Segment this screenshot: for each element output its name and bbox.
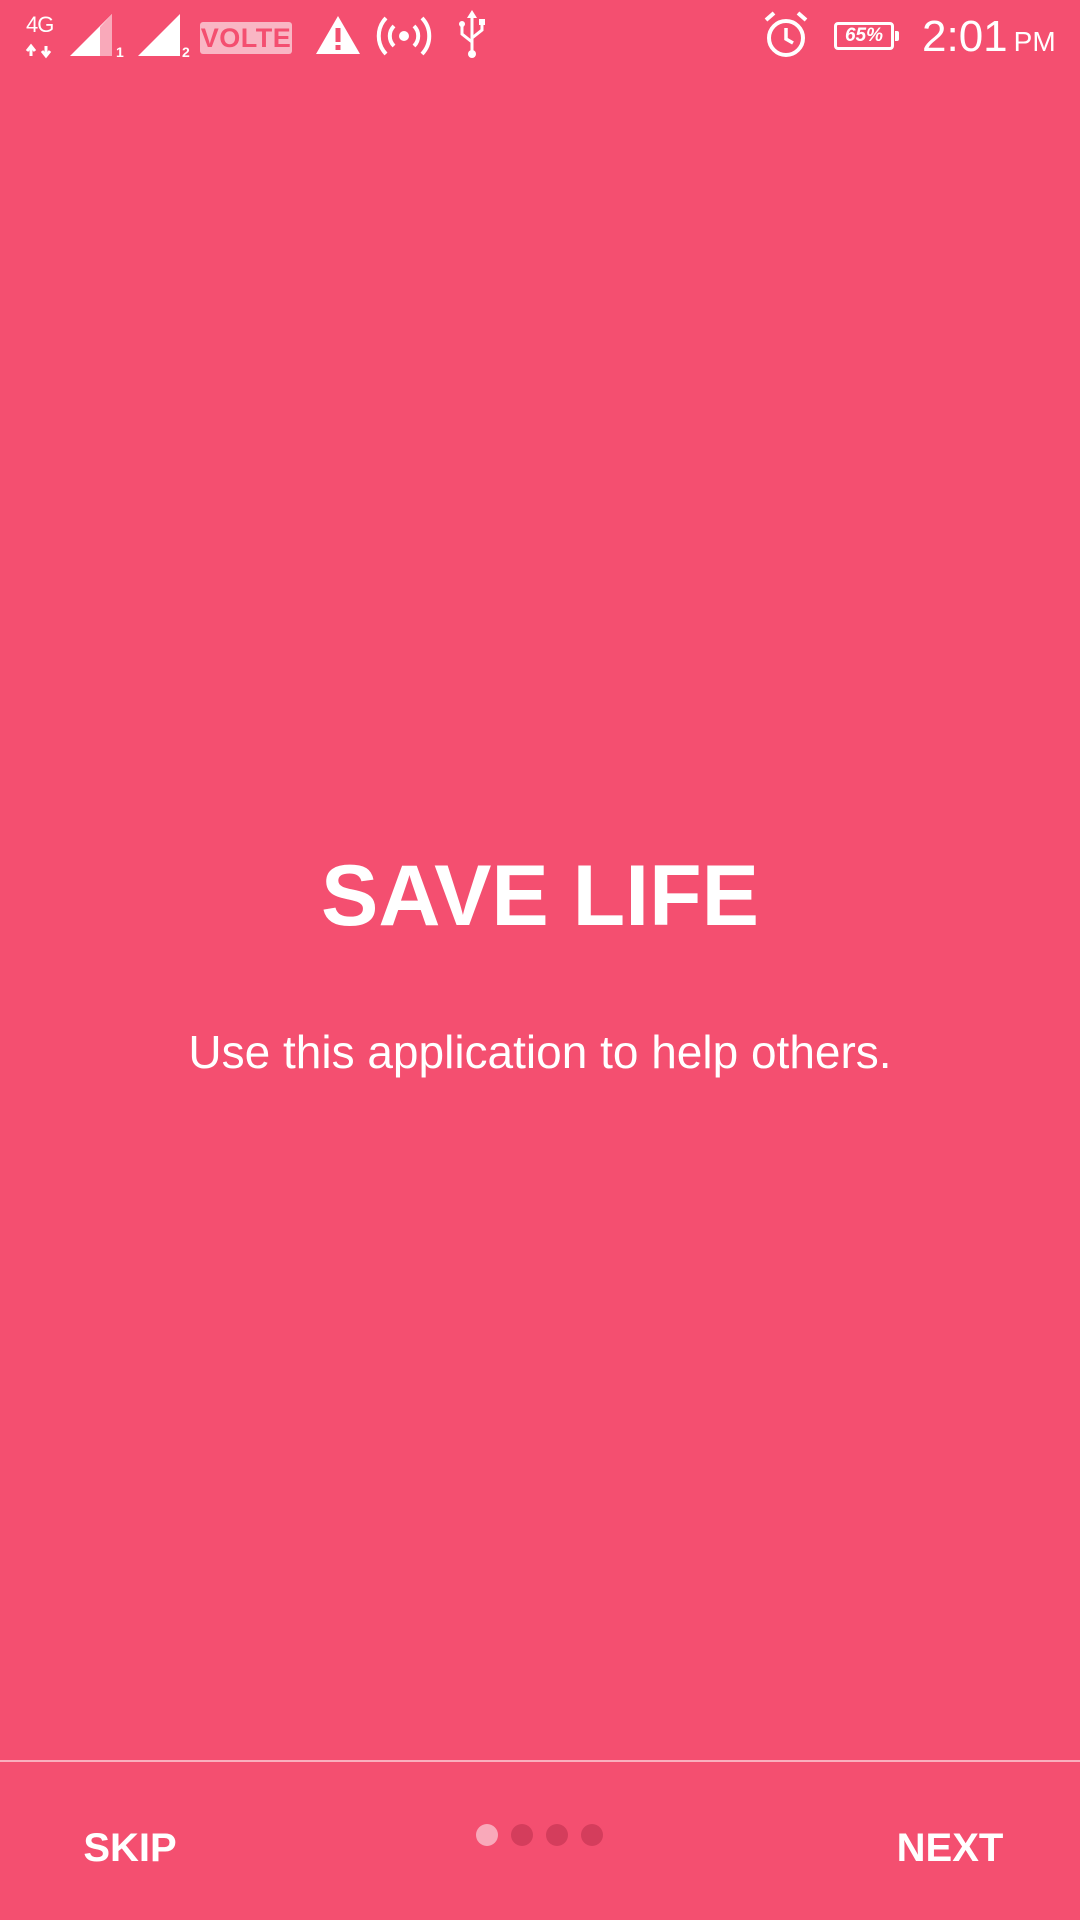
status-bar: 4G 1 2 VOLTE 65% 2:01 PM [0, 0, 1080, 76]
page-dot[interactable] [511, 1824, 533, 1846]
status-clock: 2:01 PM [922, 12, 1056, 67]
slide-description: Use this application to help others. [188, 1026, 892, 1078]
page-dot[interactable] [581, 1824, 603, 1846]
slide-title: SAVE LIFE [320, 848, 760, 944]
page-dot[interactable] [546, 1824, 568, 1846]
battery-icon: 65% [834, 22, 899, 50]
warning-icon [316, 16, 360, 54]
page-dot[interactable] [476, 1824, 498, 1846]
clock-ampm: PM [1013, 26, 1056, 57]
signal-sim1-icon [70, 14, 112, 56]
sim2-label: 2 [182, 44, 190, 60]
volte-badge: VOLTE [200, 22, 292, 54]
hotspot-icon [376, 16, 432, 56]
skip-button[interactable]: SKIP [60, 1816, 200, 1880]
usb-icon [459, 10, 485, 58]
bottom-divider [0, 1760, 1080, 1762]
battery-level: 65% [844, 25, 884, 46]
page-indicator [476, 1824, 604, 1848]
alarm-icon [764, 11, 808, 57]
sim1-label: 1 [116, 44, 124, 60]
network-arrows-icon [25, 43, 52, 59]
next-button[interactable]: NEXT [880, 1816, 1020, 1880]
signal-sim2-icon [138, 14, 180, 56]
clock-time: 2:01 [922, 12, 1008, 61]
